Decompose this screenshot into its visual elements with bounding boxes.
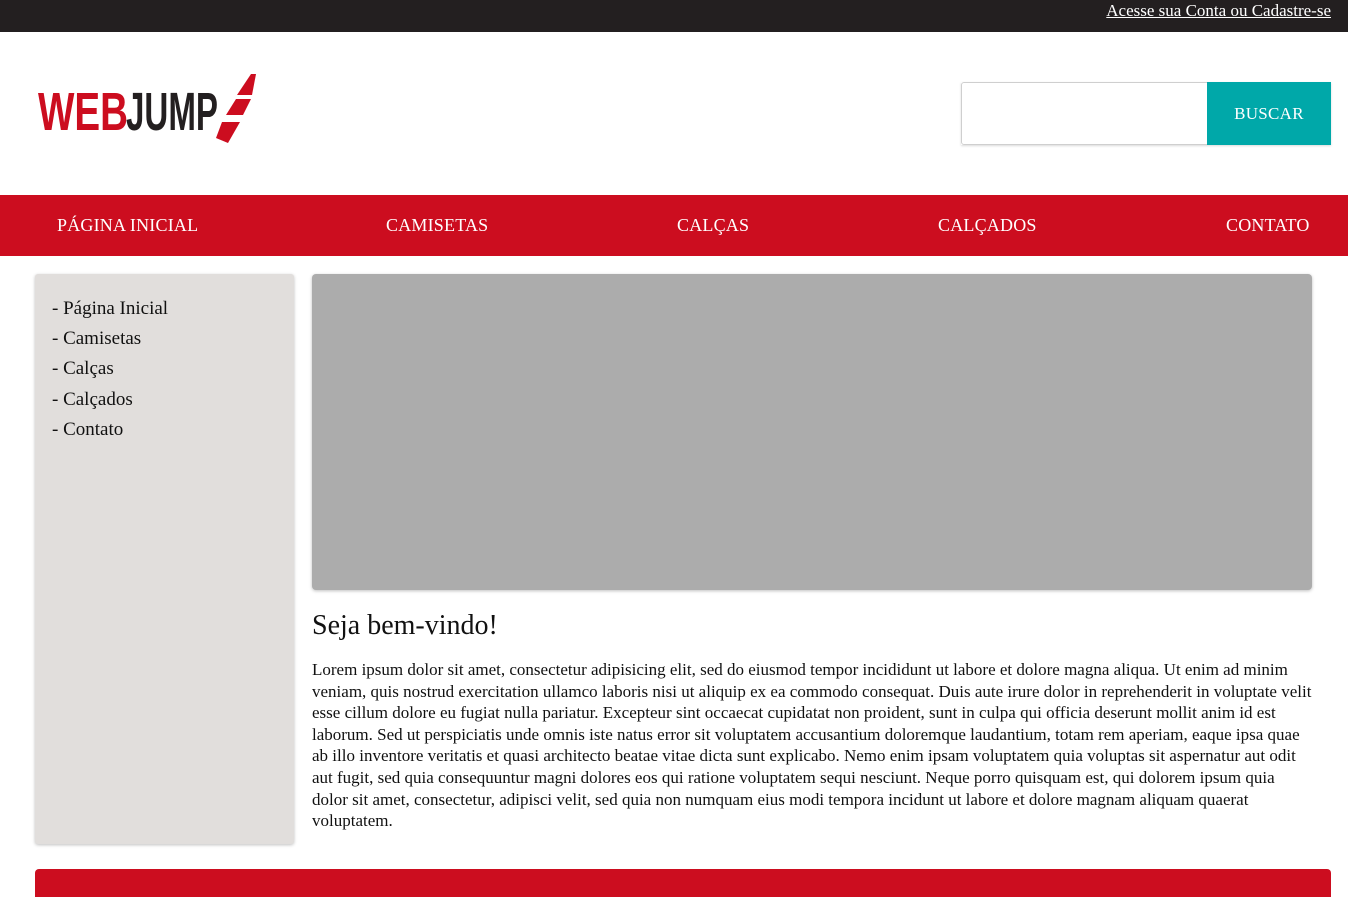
logo-text-web: WEB bbox=[38, 82, 128, 142]
logo-slash-mark-body bbox=[226, 99, 251, 115]
nav-item-calcados[interactable]: CALÇADOS bbox=[938, 215, 1037, 235]
logo-graphic: WEB JUMP bbox=[38, 74, 256, 143]
sidebar-item: - Camisetas bbox=[52, 324, 294, 354]
nav-item-calcas[interactable]: CALÇAS bbox=[677, 215, 749, 235]
top-bar: Acesse sua Conta ou Cadastre-se bbox=[0, 0, 1348, 32]
sidebar-item: - Calças bbox=[52, 354, 294, 384]
logo-slash-mark bbox=[216, 122, 240, 143]
sidebar-item-pagina-inicial[interactable]: - Página Inicial bbox=[52, 298, 168, 319]
sidebar-menu: - Página Inicial - Camisetas - Calças - … bbox=[52, 294, 294, 445]
search-form: BUSCAR bbox=[961, 82, 1331, 145]
sidebar: - Página Inicial - Camisetas - Calças - … bbox=[35, 274, 294, 844]
sidebar-item: - Contato bbox=[52, 415, 294, 445]
logo-text-jump: JUMP bbox=[126, 82, 218, 142]
search-input[interactable] bbox=[961, 82, 1207, 145]
sidebar-item: - Página Inicial bbox=[52, 294, 294, 324]
nav-item-pagina-inicial[interactable]: PÁGINA INICIAL bbox=[57, 215, 198, 235]
footer-bar bbox=[35, 869, 1331, 897]
search-button[interactable]: BUSCAR bbox=[1207, 82, 1331, 145]
webjump-logo[interactable]: WEB JUMP bbox=[38, 71, 258, 145]
banner-placeholder bbox=[312, 274, 1312, 590]
nav-item-camisetas[interactable]: CAMISETAS bbox=[386, 215, 488, 235]
sidebar-item-calcas[interactable]: - Calças bbox=[52, 358, 114, 379]
account-link[interactable]: Acesse sua Conta ou Cadastre-se bbox=[1106, 1, 1331, 21]
sidebar-item-calcados[interactable]: - Calçados bbox=[52, 389, 133, 410]
sidebar-item-camisetas[interactable]: - Camisetas bbox=[52, 328, 141, 349]
sidebar-item-contato[interactable]: - Contato bbox=[52, 419, 123, 440]
sidebar-item: - Calçados bbox=[52, 385, 294, 415]
welcome-paragraph: Lorem ipsum dolor sit amet, consectetur … bbox=[312, 660, 1312, 831]
main-nav: PÁGINA INICIAL CAMISETAS CALÇAS CALÇADOS… bbox=[0, 195, 1348, 256]
logo-dot-mark bbox=[237, 74, 256, 95]
nav-item-contato[interactable]: CONTATO bbox=[1226, 215, 1310, 235]
page-title: Seja bem-vindo! bbox=[312, 610, 498, 641]
